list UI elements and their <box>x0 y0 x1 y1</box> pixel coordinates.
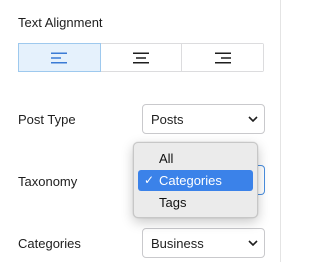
taxonomy-option-tags[interactable]: Tags <box>138 192 253 213</box>
taxonomy-select[interactable] <box>258 165 265 195</box>
settings-panel: Text Alignment Post Type Posts Taxonomy … <box>0 0 281 262</box>
categories-select[interactable]: Business <box>142 228 265 258</box>
text-alignment-toggle-group <box>18 43 264 72</box>
option-label: All <box>159 151 174 166</box>
post-type-label: Post Type <box>18 112 76 127</box>
chevron-down-icon <box>242 240 264 246</box>
taxonomy-option-all[interactable]: All <box>138 148 253 169</box>
option-label: Categories <box>159 173 222 188</box>
taxonomy-dropdown-menu: All ✓ Categories Tags <box>133 142 258 218</box>
align-center-button[interactable] <box>100 44 183 71</box>
align-right-icon <box>214 52 231 63</box>
post-type-select[interactable]: Posts <box>142 104 265 134</box>
post-type-value: Posts <box>151 111 184 127</box>
align-center-icon <box>133 52 149 63</box>
align-left-button[interactable] <box>18 43 101 72</box>
checkmark-icon: ✓ <box>144 173 155 187</box>
taxonomy-option-categories[interactable]: ✓ Categories <box>138 170 253 191</box>
categories-value: Business <box>151 235 204 251</box>
categories-label: Categories <box>18 236 81 251</box>
taxonomy-label: Taxonomy <box>18 174 78 189</box>
text-alignment-label: Text Alignment <box>18 15 103 30</box>
align-right-button[interactable] <box>182 44 264 71</box>
chevron-down-icon <box>242 116 264 122</box>
panel-divider <box>280 0 281 262</box>
option-label: Tags <box>159 195 187 210</box>
align-left-icon <box>51 52 68 63</box>
